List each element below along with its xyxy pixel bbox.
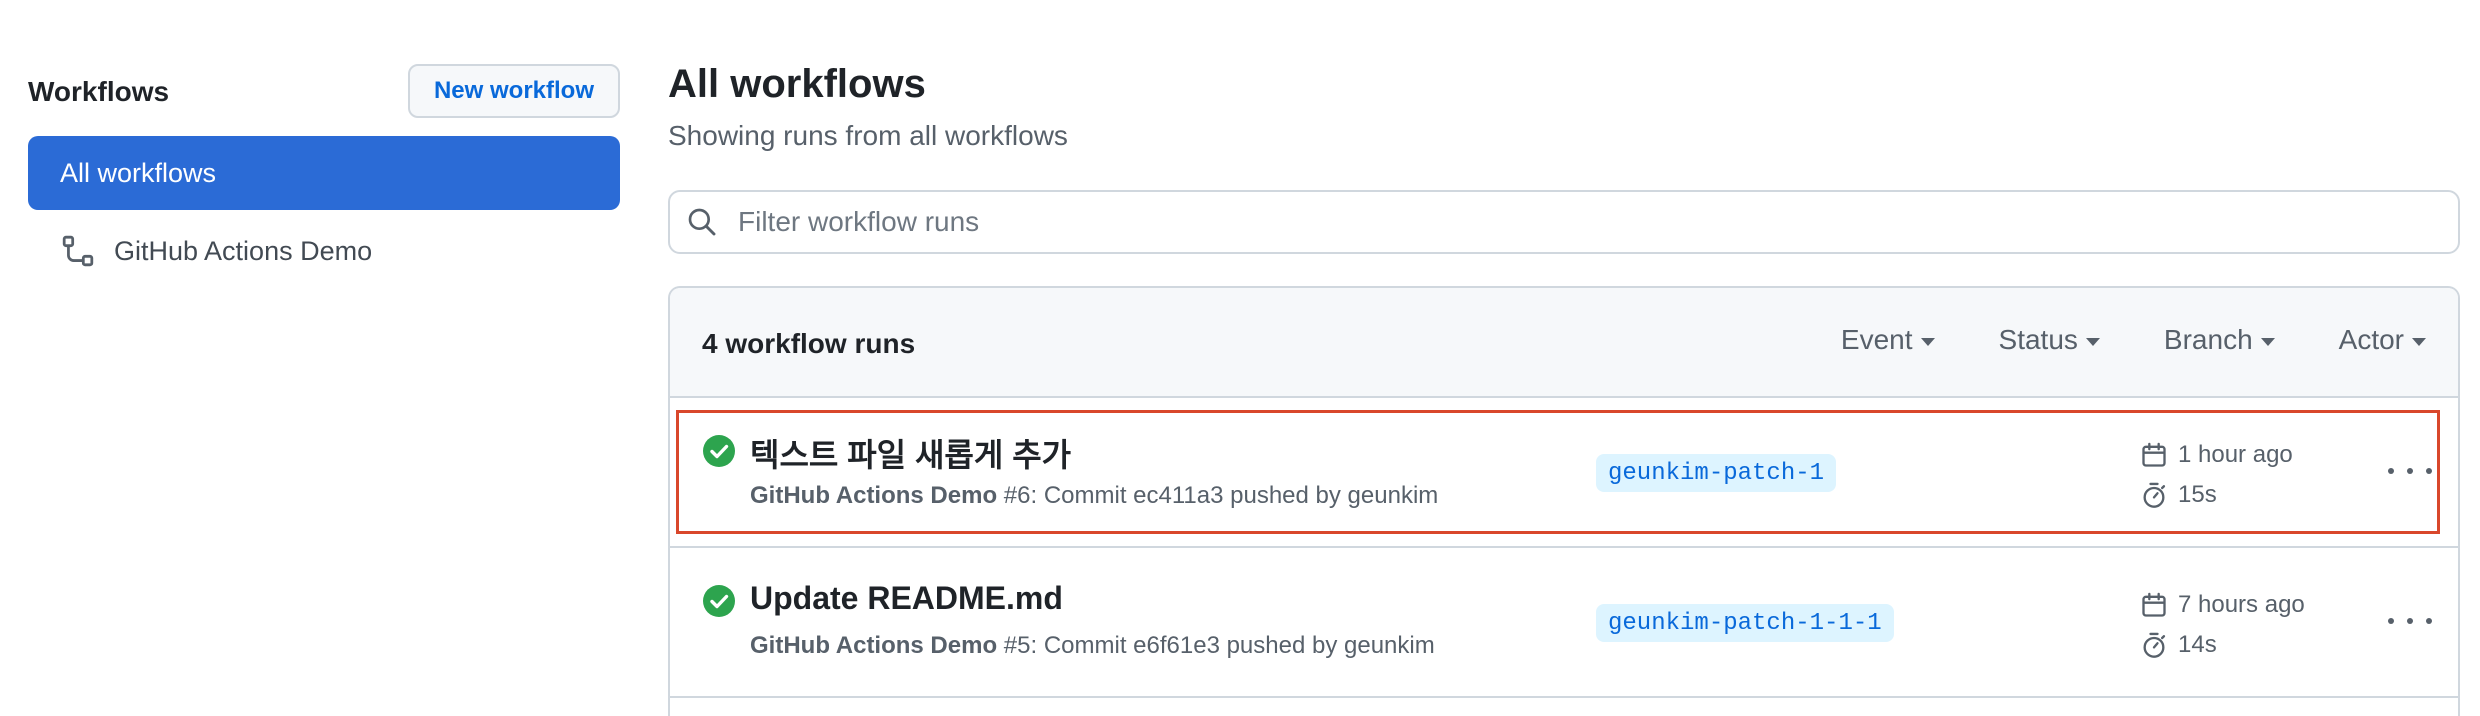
runs-filters: Event Status Branch Actor: [1777, 324, 2426, 356]
run-meta: GitHub Actions Demo #5: Commit e6f61e3 p…: [750, 632, 1435, 660]
caret-down-icon: [2085, 337, 2100, 346]
sidebar-header: Workflows New workflow: [28, 62, 620, 122]
workflow-runs-list: 4 workflow runs Event Status Branch Acto…: [668, 286, 2460, 716]
sidebar-item-label: All workflows: [60, 157, 217, 188]
new-workflow-button[interactable]: New workflow: [407, 64, 620, 118]
filter-runs-input[interactable]: [736, 205, 2340, 239]
actor-filter-label: Actor: [2338, 324, 2404, 355]
run-duration: 14s: [2140, 630, 2217, 660]
run-time: 7 hours ago: [2140, 590, 2305, 620]
branch-filter-dropdown[interactable]: Branch: [2164, 324, 2275, 356]
run-duration: 15s: [2140, 480, 2217, 510]
workflow-icon: [58, 231, 98, 271]
run-meta: GitHub Actions Demo #6: Commit ec411a3 p…: [750, 482, 1438, 510]
run-duration-text: 14s: [2178, 631, 2217, 658]
success-check-icon: [702, 434, 736, 468]
run-meta-text: #6: Commit ec411a3 pushed by geunkim: [997, 482, 1439, 509]
run-more-options-icon[interactable]: [2388, 606, 2432, 636]
stopwatch-icon: [2140, 480, 2170, 510]
run-meta-text: #5: Commit e6f61e3 pushed by geunkim: [997, 632, 1435, 659]
search-icon: [686, 204, 722, 240]
caret-down-icon: [2412, 337, 2426, 346]
branch-badge[interactable]: geunkim-patch-1-1-1: [1596, 604, 1894, 642]
run-title-link[interactable]: 텍스트 파일 새롭게 추가: [750, 430, 1071, 476]
filter-runs-field[interactable]: [668, 190, 2460, 254]
runs-count: 4 workflow runs: [702, 328, 916, 359]
runs-list-header: 4 workflow runs Event Status Branch Acto…: [670, 288, 2458, 398]
workflow-run-row[interactable]: 텍스트 파일 새롭게 추가 GitHub Actions Demo #6: Co…: [670, 398, 2458, 548]
success-check-icon: [702, 584, 736, 618]
status-filter-label: Status: [1998, 324, 2078, 355]
branch-filter-label: Branch: [2163, 324, 2253, 355]
stopwatch-icon: [2140, 630, 2170, 660]
sidebar: Workflows New workflow All workflows Git…: [28, 62, 620, 267]
status-filter-dropdown[interactable]: Status: [1999, 324, 2100, 356]
run-more-options-icon[interactable]: [2388, 456, 2432, 486]
caret-down-icon: [1920, 337, 1935, 346]
event-filter-dropdown[interactable]: Event: [1841, 324, 1935, 356]
sidebar-item-github-actions-demo[interactable]: GitHub Actions Demo: [28, 214, 620, 288]
sidebar-item-all-workflows[interactable]: All workflows: [28, 136, 620, 210]
run-title-link[interactable]: Update README.md: [750, 580, 1063, 617]
run-workflow-name: GitHub Actions Demo: [750, 632, 998, 659]
sidebar-item-label: GitHub Actions Demo: [114, 235, 373, 266]
run-workflow-name: GitHub Actions Demo: [750, 482, 998, 509]
actor-filter-dropdown[interactable]: Actor: [2339, 324, 2426, 356]
sidebar-title: Workflows: [28, 76, 170, 107]
page-title: All workflows: [668, 62, 926, 106]
workflow-run-row[interactable]: Update README.md GitHub Actions Demo #5:…: [670, 548, 2458, 698]
run-time-text: 1 hour ago: [2178, 441, 2293, 468]
caret-down-icon: [2260, 337, 2275, 346]
page-subtitle: Showing runs from all workflows: [668, 120, 1068, 151]
calendar-icon: [2140, 590, 2170, 620]
event-filter-label: Event: [1840, 324, 1913, 355]
run-time: 1 hour ago: [2140, 440, 2293, 470]
branch-badge[interactable]: geunkim-patch-1: [1596, 454, 1837, 492]
calendar-icon: [2140, 440, 2170, 470]
run-duration-text: 15s: [2178, 481, 2217, 508]
run-time-text: 7 hours ago: [2178, 591, 2305, 618]
